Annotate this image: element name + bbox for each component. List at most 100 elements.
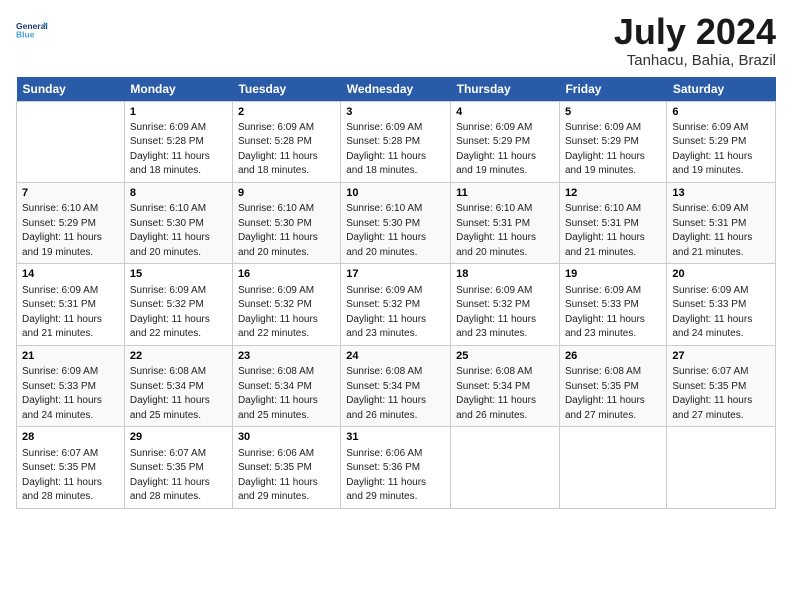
calendar-cell: 9Sunrise: 6:10 AMSunset: 5:30 PMDaylight… (232, 182, 340, 263)
day-number: 11 (456, 186, 554, 201)
day-info: Sunrise: 6:10 AMSunset: 5:29 PMDaylight:… (22, 202, 119, 260)
main-title: July 2024 (614, 12, 776, 52)
day-number: 24 (346, 349, 445, 364)
calendar-cell (667, 427, 776, 508)
header-day-wednesday: Wednesday (341, 77, 451, 102)
day-info: Sunrise: 6:08 AMSunset: 5:34 PMDaylight:… (346, 365, 445, 423)
day-number: 29 (130, 430, 227, 445)
day-number: 15 (130, 267, 227, 282)
calendar-cell: 21Sunrise: 6:09 AMSunset: 5:33 PMDayligh… (17, 345, 125, 426)
svg-text:Blue: Blue (16, 29, 35, 39)
logo: General Blue (16, 12, 48, 48)
calendar-cell: 1Sunrise: 6:09 AMSunset: 5:28 PMDaylight… (124, 101, 232, 182)
calendar-cell: 13Sunrise: 6:09 AMSunset: 5:31 PMDayligh… (667, 182, 776, 263)
day-number: 4 (456, 105, 554, 120)
day-info: Sunrise: 6:10 AMSunset: 5:31 PMDaylight:… (456, 202, 554, 260)
calendar-cell: 15Sunrise: 6:09 AMSunset: 5:32 PMDayligh… (124, 264, 232, 345)
page-container: General Blue July 2024 Tanhacu, Bahia, B… (0, 0, 792, 517)
calendar-cell: 18 Sunrise: 6:09 AMSunset: 5:32 PMDayligh… (451, 264, 560, 345)
calendar-cell (17, 101, 125, 182)
calendar-cell: 7Sunrise: 6:10 AMSunset: 5:29 PMDaylight… (17, 182, 125, 263)
calendar-cell: 12Sunrise: 6:10 AMSunset: 5:31 PMDayligh… (559, 182, 666, 263)
calendar-cell: 27Sunrise: 6:07 AMSunset: 5:35 PMDayligh… (667, 345, 776, 426)
day-info: Sunrise: 6:09 AMSunset: 5:33 PMDaylight:… (22, 365, 119, 423)
day-info: Sunrise: 6:09 AMSunset: 5:28 PMDaylight:… (346, 121, 445, 179)
day-info: Sunrise: 6:09 AMSunset: 5:32 PMDaylight:… (346, 284, 445, 342)
calendar-cell (451, 427, 560, 508)
day-number: 16 (238, 267, 335, 282)
day-number: 25 (456, 349, 554, 364)
day-number: 10 (346, 186, 445, 201)
calendar-cell: 8Sunrise: 6:10 AMSunset: 5:30 PMDaylight… (124, 182, 232, 263)
day-info: Sunrise: 6:07 AMSunset: 5:35 PMDaylight:… (130, 447, 227, 505)
calendar-cell: 14Sunrise: 6:09 AMSunset: 5:31 PMDayligh… (17, 264, 125, 345)
day-number: 7 (22, 186, 119, 201)
day-number: 20 (672, 267, 770, 282)
calendar-cell: 25Sunrise: 6:08 AMSunset: 5:34 PMDayligh… (451, 345, 560, 426)
calendar-cell: 2Sunrise: 6:09 AMSunset: 5:28 PMDaylight… (232, 101, 340, 182)
week-row-3: 14Sunrise: 6:09 AMSunset: 5:31 PMDayligh… (17, 264, 776, 345)
day-info: Sunrise: 6:08 AMSunset: 5:35 PMDaylight:… (565, 365, 661, 423)
calendar-cell: 31 Sunrise: 6:06 AMSunset: 5:36 PMDayligh… (341, 427, 451, 508)
day-info: Sunrise: 6:09 AMSunset: 5:28 PMDaylight:… (238, 121, 335, 179)
day-number: 17 (346, 267, 445, 282)
calendar-header-row: SundayMondayTuesdayWednesdayThursdayFrid… (17, 77, 776, 102)
day-info: Sunrise: 6:09 AMSunset: 5:32 PMDaylight:… (456, 284, 554, 342)
day-info: Sunrise: 6:06 AMSunset: 5:35 PMDaylight:… (238, 447, 335, 505)
calendar-cell: 19 Sunrise: 6:09 AMSunset: 5:33 PMDayligh… (559, 264, 666, 345)
calendar-cell: 17 Sunrise: 6:09 AMSunset: 5:32 PMDayligh… (341, 264, 451, 345)
day-number: 22 (130, 349, 227, 364)
calendar-cell: 5Sunrise: 6:09 AMSunset: 5:29 PMDaylight… (559, 101, 666, 182)
day-number: 19 (565, 267, 661, 282)
day-info: Sunrise: 6:07 AMSunset: 5:35 PMDaylight:… (672, 365, 770, 423)
calendar-cell: 16Sunrise: 6:09 AMSunset: 5:32 PMDayligh… (232, 264, 340, 345)
day-info: Sunrise: 6:09 AMSunset: 5:33 PMDaylight:… (672, 284, 770, 342)
day-number: 31 (346, 430, 445, 445)
calendar-cell: 23Sunrise: 6:08 AMSunset: 5:34 PMDayligh… (232, 345, 340, 426)
week-row-1: 1 Sunrise: 6:09 AMSunset: 5:28 PMDaylight… (17, 101, 776, 182)
calendar-cell: 30Sunrise: 6:06 AMSunset: 5:35 PMDayligh… (232, 427, 340, 508)
day-number: 12 (565, 186, 661, 201)
day-number: 21 (22, 349, 119, 364)
day-number: 9 (238, 186, 335, 201)
title-block: July 2024 Tanhacu, Bahia, Brazil (614, 12, 776, 69)
day-info: Sunrise: 6:06 AMSunset: 5:36 PMDaylight:… (346, 447, 445, 505)
day-info: Sunrise: 6:09 AMSunset: 5:31 PMDaylight:… (22, 284, 119, 342)
day-info: Sunrise: 6:07 AMSunset: 5:35 PMDaylight:… (22, 447, 119, 505)
day-number: 1 (130, 105, 227, 120)
calendar-cell: 26Sunrise: 6:08 AMSunset: 5:35 PMDayligh… (559, 345, 666, 426)
day-info: Sunrise: 6:10 AMSunset: 5:30 PMDaylight:… (238, 202, 335, 260)
day-number: 27 (672, 349, 770, 364)
week-row-5: 28 Sunrise: 6:07 AMSunset: 5:35 PMDayligh… (17, 427, 776, 508)
day-number: 26 (565, 349, 661, 364)
day-number: 28 (22, 430, 119, 445)
day-number: 13 (672, 186, 770, 201)
day-number: 6 (672, 105, 770, 120)
calendar-cell (559, 427, 666, 508)
day-info: Sunrise: 6:09 AMSunset: 5:31 PMDaylight:… (672, 202, 770, 260)
day-info: Sunrise: 6:08 AMSunset: 5:34 PMDaylight:… (130, 365, 227, 423)
header-day-friday: Friday (559, 77, 666, 102)
day-number: 23 (238, 349, 335, 364)
header-day-tuesday: Tuesday (232, 77, 340, 102)
day-number: 18 (456, 267, 554, 282)
calendar-cell: 20 Sunrise: 6:09 AMSunset: 5:33 PMDayligh… (667, 264, 776, 345)
day-info: Sunrise: 6:09 AMSunset: 5:33 PMDaylight:… (565, 284, 661, 342)
calendar-cell: 24Sunrise: 6:08 AMSunset: 5:34 PMDayligh… (341, 345, 451, 426)
calendar-table: SundayMondayTuesdayWednesdayThursdayFrid… (16, 77, 776, 509)
day-info: Sunrise: 6:08 AMSunset: 5:34 PMDaylight:… (238, 365, 335, 423)
day-info: Sunrise: 6:08 AMSunset: 5:34 PMDaylight:… (456, 365, 554, 423)
calendar-cell: 10Sunrise: 6:10 AMSunset: 5:30 PMDayligh… (341, 182, 451, 263)
day-number: 5 (565, 105, 661, 120)
calendar-cell: 22Sunrise: 6:08 AMSunset: 5:34 PMDayligh… (124, 345, 232, 426)
subtitle: Tanhacu, Bahia, Brazil (614, 52, 776, 69)
day-info: Sunrise: 6:09 AMSunset: 5:29 PMDaylight:… (565, 121, 661, 179)
week-row-4: 21Sunrise: 6:09 AMSunset: 5:33 PMDayligh… (17, 345, 776, 426)
day-info: Sunrise: 6:10 AMSunset: 5:30 PMDaylight:… (130, 202, 227, 260)
header-day-monday: Monday (124, 77, 232, 102)
day-number: 8 (130, 186, 227, 201)
calendar-cell: 11Sunrise: 6:10 AMSunset: 5:31 PMDayligh… (451, 182, 560, 263)
header-day-saturday: Saturday (667, 77, 776, 102)
header-day-thursday: Thursday (451, 77, 560, 102)
day-number: 2 (238, 105, 335, 120)
